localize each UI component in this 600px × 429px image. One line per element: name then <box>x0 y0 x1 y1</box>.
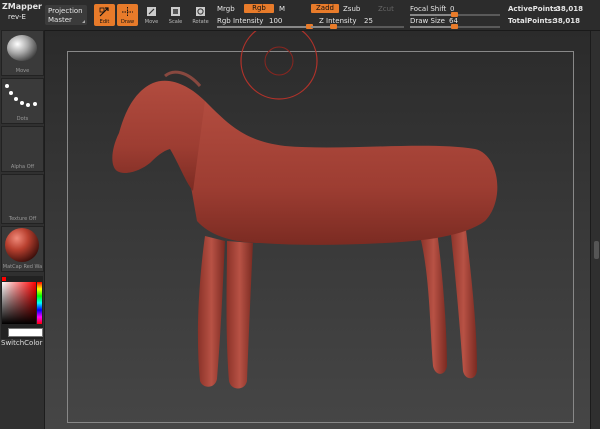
move-brush-label: Move <box>15 68 30 74</box>
focal-shift-slider[interactable] <box>410 12 500 17</box>
slider-knob[interactable] <box>330 24 338 29</box>
zsub-toggle[interactable]: Zsub <box>343 5 360 13</box>
stroke-dots-tile[interactable]: Dots <box>1 78 44 124</box>
slider-knob[interactable] <box>451 24 458 29</box>
edit-label: Edit <box>99 19 110 25</box>
brush-move-tile[interactable]: Move <box>1 30 44 76</box>
z-intensity-slider[interactable] <box>311 24 404 29</box>
scale-icon <box>171 7 180 16</box>
document-canvas[interactable] <box>45 31 590 429</box>
texture-label: Texture Off <box>8 216 37 222</box>
material-label: MatCap Red Wa <box>2 264 43 270</box>
zadd-toggle[interactable]: Zadd <box>311 4 339 13</box>
color-picker[interactable] <box>1 276 43 339</box>
draw-tool-button[interactable]: Draw <box>117 4 138 26</box>
right-shelf <box>590 31 600 429</box>
active-points-value: 38,018 <box>556 5 584 13</box>
scale-label: Scale <box>168 19 183 25</box>
draw-label: Draw <box>120 19 135 25</box>
dots-label: Dots <box>16 116 29 122</box>
rotate-label: Rotate <box>192 19 209 25</box>
scale-tool-button[interactable]: Scale <box>165 4 186 26</box>
total-points-label: TotalPoints: <box>508 17 555 25</box>
m-toggle[interactable]: M <box>279 5 285 13</box>
horse-model <box>112 31 498 389</box>
brush-icon <box>7 35 37 61</box>
move-label: Move <box>144 19 159 25</box>
rgb-toggle[interactable]: Rgb <box>244 4 274 13</box>
alpha-label: Alpha Off <box>10 164 35 170</box>
hue-strip[interactable] <box>37 282 42 324</box>
rotate-icon <box>196 7 205 16</box>
total-points-value: 38,018 <box>553 17 581 25</box>
scroll-handle[interactable] <box>594 241 599 259</box>
draw-size-slider[interactable] <box>410 24 500 29</box>
color-gradient-field[interactable] <box>2 282 36 324</box>
move-tool-button[interactable]: Move <box>141 4 162 26</box>
secondary-color-swatch[interactable] <box>8 328 43 337</box>
main-color-swatch[interactable] <box>2 277 6 281</box>
edit-icon <box>99 7 109 17</box>
focal-shift-label: Focal Shift <box>410 5 447 13</box>
app-title: ZMapper <box>2 2 42 11</box>
projection-master-label-2: Master <box>48 16 72 24</box>
zcut-toggle[interactable]: Zcut <box>378 5 394 13</box>
projection-master-button[interactable]: Projection Master <box>45 5 87 25</box>
top-toolbar: ZMapper rev-E Projection Master Edit Dra… <box>0 0 600 31</box>
app-subtitle: rev-E <box>8 13 26 21</box>
material-sphere-icon <box>5 228 39 262</box>
dots-stroke-icon <box>5 84 37 107</box>
draw-size-label: Draw Size <box>410 17 445 25</box>
edit-tool-button[interactable]: Edit <box>94 4 115 26</box>
rotate-tool-button[interactable]: Rotate <box>190 4 211 26</box>
active-points-label: ActivePoints: <box>508 5 561 13</box>
z-intensity-label: Z Intensity <box>319 17 357 25</box>
triangle-icon <box>82 20 85 23</box>
rgb-intensity-label: Rgb Intensity <box>217 17 264 25</box>
z-intensity-value: 25 <box>364 17 373 25</box>
switch-color-button[interactable]: SwitchColor <box>1 339 42 347</box>
alpha-tile[interactable]: Alpha Off <box>1 126 44 172</box>
left-shelf: Move Dots Alpha Off Texture Off MatCap R… <box>0 30 45 429</box>
brush-cursor-outer <box>240 31 318 100</box>
rgb-intensity-slider[interactable] <box>217 24 313 29</box>
draw-icon <box>122 7 133 17</box>
brush-cursor-inner <box>264 46 294 76</box>
move-icon <box>147 7 156 16</box>
rgb-intensity-value: 100 <box>269 17 283 25</box>
material-tile[interactable]: MatCap Red Wa <box>1 226 44 272</box>
texture-tile[interactable]: Texture Off <box>1 174 44 224</box>
mrgb-toggle[interactable]: Mrgb <box>217 5 235 13</box>
projection-master-label-1: Projection <box>48 7 83 15</box>
